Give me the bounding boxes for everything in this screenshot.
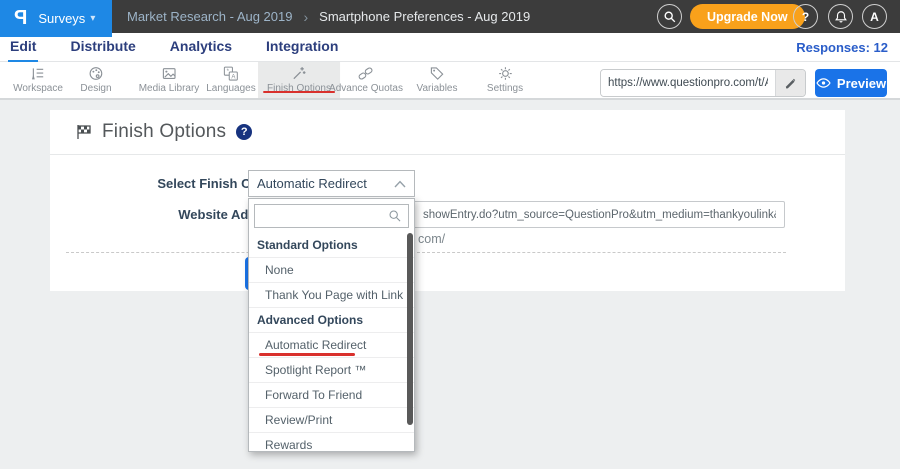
section-divider <box>66 252 786 253</box>
toolbar-item-label: Media Library <box>139 83 200 94</box>
chevron-up-icon <box>394 180 406 188</box>
dropdown-item-rewards[interactable]: Rewards <box>249 433 414 452</box>
finish-options-icon <box>291 66 306 81</box>
dropdown-search-input[interactable] <box>261 209 388 223</box>
eye-icon <box>816 77 831 89</box>
breadcrumb-parent-link[interactable]: Market Research - Aug 2019 <box>127 9 292 24</box>
breadcrumb: Market Research - Aug 2019 › Smartphone … <box>127 0 530 33</box>
app-window: Market Research - Aug 2019 › Smartphone … <box>0 0 900 469</box>
search-icon <box>388 209 402 223</box>
edit-url-button[interactable] <box>775 70 805 96</box>
survey-url-input[interactable] <box>601 70 775 96</box>
dropdown-item-review-print[interactable]: Review/Print <box>249 408 414 433</box>
tab-edit[interactable]: Edit <box>8 33 38 62</box>
dropdown-scrollbar[interactable] <box>407 233 413 425</box>
toolbar-item-label: Workspace <box>13 83 63 94</box>
languages-icon: *A <box>224 66 239 81</box>
toolbar-item-languages[interactable]: *A Languages <box>197 62 265 98</box>
checkered-flag-icon <box>75 123 93 141</box>
pencil-icon <box>784 77 797 90</box>
notifications-button[interactable] <box>828 4 853 29</box>
finish-option-select[interactable]: Automatic Redirect <box>248 170 415 197</box>
dropdown-item-label: Automatic Redirect <box>265 338 366 352</box>
dropdown-group-advanced-options: Advanced Options <box>249 308 414 333</box>
caret-down-icon: ▾ <box>90 13 95 24</box>
responses-count[interactable]: Responses: 12 <box>796 40 888 55</box>
surveys-menu[interactable]: Surveys ▾ <box>38 11 95 26</box>
help-button[interactable]: ? <box>793 4 818 29</box>
finish-option-dropdown: Standard Options None Thank You Page wit… <box>248 198 415 452</box>
toolbar-item-variables[interactable]: Variables <box>408 62 467 98</box>
panel-header: Finish Options ? <box>50 110 845 155</box>
annotation-underline <box>259 353 355 356</box>
toolbar-item-workspace[interactable]: Workspace <box>4 62 72 98</box>
settings-icon <box>497 66 512 81</box>
tab-distribute[interactable]: Distribute <box>68 33 137 62</box>
top-bar: Market Research - Aug 2019 › Smartphone … <box>0 0 900 33</box>
upgrade-now-button[interactable]: Upgrade Now <box>690 4 805 29</box>
search-icon <box>663 10 677 24</box>
preview-button[interactable]: Preview <box>815 69 887 97</box>
dropdown-item-none[interactable]: None <box>249 258 414 283</box>
selected-option-label: Automatic Redirect <box>257 176 367 191</box>
design-icon <box>88 66 103 81</box>
help-icon[interactable]: ? <box>236 124 252 140</box>
toolbar-item-settings[interactable]: Settings <box>478 62 532 98</box>
toolbar-item-design[interactable]: Design <box>71 62 120 98</box>
finish-options-panel: Finish Options ? Select Finish Option We… <box>50 110 845 291</box>
search-button[interactable] <box>657 4 682 29</box>
dropdown-item-spotlight-report[interactable]: Spotlight Report ™ <box>249 358 414 383</box>
bell-icon <box>834 10 848 24</box>
website-hint-text: com/ <box>418 232 445 246</box>
toolbar-item-label: Design <box>80 83 111 94</box>
tab-integration[interactable]: Integration <box>264 33 340 62</box>
workspace-icon <box>31 66 46 81</box>
toolbar-item-label: Languages <box>206 83 256 94</box>
breadcrumb-separator-icon: › <box>303 9 308 25</box>
toolbar-item-label: Variables <box>417 83 458 94</box>
questionpro-logo-icon: P <box>14 7 27 30</box>
page-title: Finish Options <box>102 121 226 143</box>
preview-label: Preview <box>837 76 886 91</box>
media-library-icon <box>162 66 177 81</box>
edit-toolbar: Workspace Design Media Library *A Langua… <box>0 62 900 100</box>
dropdown-item-thank-you-page-with-link[interactable]: Thank You Page with Link <box>249 283 414 308</box>
nav-tabs-bar: Edit Distribute Analytics Integration Re… <box>0 33 900 62</box>
variables-icon <box>429 66 444 81</box>
dropdown-item-automatic-redirect[interactable]: Automatic Redirect <box>249 333 414 358</box>
dropdown-group-standard-options: Standard Options <box>249 233 414 258</box>
breadcrumb-current: Smartphone Preferences - Aug 2019 <box>319 9 530 24</box>
toolbar-item-label: Settings <box>487 83 523 94</box>
survey-url-box <box>600 69 806 97</box>
advance-quotas-icon <box>359 66 374 81</box>
brand-area[interactable]: P Surveys ▾ <box>0 0 112 37</box>
tab-analytics[interactable]: Analytics <box>168 33 234 62</box>
dropdown-search-box[interactable] <box>254 204 409 228</box>
toolbar-item-advance-quotas[interactable]: Advance Quotas <box>320 62 412 98</box>
avatar[interactable]: A <box>862 4 887 29</box>
toolbar-item-label: Advance Quotas <box>329 83 403 94</box>
surveys-label: Surveys <box>38 11 85 26</box>
dropdown-item-forward-to-friend[interactable]: Forward To Friend <box>249 383 414 408</box>
